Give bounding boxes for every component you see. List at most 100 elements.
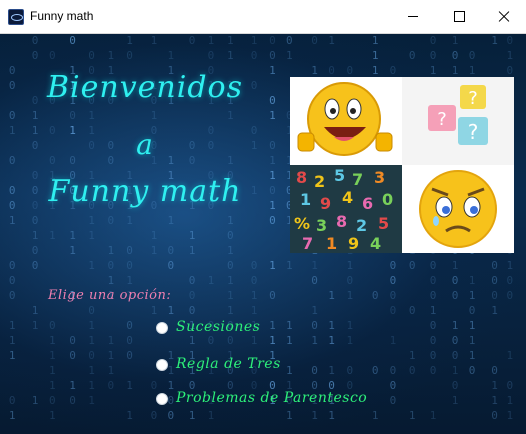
option-label[interactable]: Problemas de Parentesco xyxy=(176,390,367,406)
binary-digit: 0 xyxy=(126,49,133,62)
binary-digit: 1 xyxy=(452,319,459,332)
binary-digit: 1 xyxy=(347,334,354,347)
binary-digit: 1 xyxy=(409,409,416,422)
binary-digit: 0 xyxy=(32,49,39,62)
binary-digit: 0 xyxy=(452,289,459,302)
svg-text:3: 3 xyxy=(374,168,385,187)
binary-digit: 0 xyxy=(189,34,196,47)
svg-text:2: 2 xyxy=(356,216,367,235)
binary-digit: 0 xyxy=(9,394,16,407)
binary-digit: 0 xyxy=(9,259,16,272)
binary-digit: 1 xyxy=(189,409,196,422)
radio-button[interactable] xyxy=(156,393,168,405)
binary-digit: 1 xyxy=(49,349,56,362)
binary-digit: 0 xyxy=(286,34,293,47)
binary-digit: 0 xyxy=(311,319,318,332)
binary-digit: 1 xyxy=(469,319,476,332)
binary-digit: 1 xyxy=(328,334,335,347)
binary-digit: 0 xyxy=(507,34,514,47)
radio-button[interactable] xyxy=(156,322,168,334)
binary-digit: 1 xyxy=(189,229,196,242)
svg-text:4: 4 xyxy=(342,188,353,207)
binary-digit: 1 xyxy=(372,409,379,422)
numbers-pattern-image: 8 2 5 7 3 1 9 4 6 0 % 3 8 2 5 7 1 9 4 xyxy=(290,165,402,253)
binary-digit: 0 xyxy=(328,64,335,77)
binary-digit: 1 xyxy=(251,289,258,302)
binary-digit: 0 xyxy=(9,289,16,302)
binary-digit: 1 xyxy=(168,214,175,227)
svg-text:7: 7 xyxy=(352,170,363,189)
binary-digit: 0 xyxy=(469,364,476,377)
binary-digit: 1 xyxy=(372,64,379,77)
options-prompt: Elige una opción: xyxy=(48,288,172,303)
svg-text:?: ? xyxy=(468,120,479,144)
binary-digit: 1 xyxy=(69,244,76,257)
binary-digit: 1 xyxy=(108,334,115,347)
binary-digit: 0 xyxy=(251,274,258,287)
binary-digit: 1 xyxy=(328,409,335,422)
binary-digit: 0 xyxy=(168,259,175,272)
binary-digit: 0 xyxy=(108,379,115,392)
binary-digit: 1 xyxy=(168,49,175,62)
binary-digit: 1 xyxy=(311,64,318,77)
binary-digit: 1 xyxy=(286,319,293,332)
binary-digit: 1 xyxy=(88,379,95,392)
option-label[interactable]: Sucesiones xyxy=(176,319,260,335)
binary-digit: 1 xyxy=(126,379,133,392)
binary-digit: 0 xyxy=(49,319,56,332)
svg-text:8: 8 xyxy=(336,212,347,231)
svg-text:%: % xyxy=(294,214,310,233)
binary-digit: 0 xyxy=(390,364,397,377)
svg-text:8: 8 xyxy=(296,168,307,187)
binary-digit: 1 xyxy=(88,259,95,272)
binary-digit: 0 xyxy=(491,364,498,377)
binary-digit: 1 xyxy=(227,109,234,122)
binary-digit: 1 xyxy=(452,259,459,272)
binary-digit: 1 xyxy=(88,319,95,332)
close-button[interactable] xyxy=(482,0,526,33)
binary-digit: 1 xyxy=(491,304,498,317)
minimize-button[interactable] xyxy=(390,0,436,33)
binary-digit: 0 xyxy=(227,259,234,272)
binary-digit: 1 xyxy=(49,409,56,422)
binary-digit: 1 xyxy=(269,334,276,347)
binary-digit: 0 xyxy=(69,334,76,347)
binary-digit: 0 xyxy=(49,394,56,407)
binary-digit: 1 xyxy=(430,304,437,317)
binary-digit: 1 xyxy=(311,259,318,272)
binary-digit: 1 xyxy=(88,229,95,242)
binary-digit: 0 xyxy=(88,349,95,362)
binary-digit: 0 xyxy=(88,304,95,317)
svg-text:0: 0 xyxy=(382,190,393,209)
binary-digit: 1 xyxy=(151,109,158,122)
binary-digit: 1 xyxy=(49,229,56,242)
binary-digit: 1 xyxy=(469,334,476,347)
binary-digit: 1 xyxy=(168,379,175,392)
binary-digit: 0 xyxy=(227,229,234,242)
binary-digit: 0 xyxy=(390,259,397,272)
binary-digit: 1 xyxy=(151,244,158,257)
binary-digit: 0 xyxy=(430,319,437,332)
radio-button[interactable] xyxy=(156,359,168,371)
binary-digit: 0 xyxy=(269,34,276,47)
binary-digit: 0 xyxy=(9,274,16,287)
svg-text:?: ? xyxy=(437,109,447,130)
binary-digit: 1 xyxy=(347,289,354,302)
title-bar: Funny math xyxy=(0,0,526,34)
binary-digit: 0 xyxy=(108,259,115,272)
option-label[interactable]: Regla de Tres xyxy=(176,356,281,372)
binary-digit: 0 xyxy=(430,274,437,287)
binary-digit: 0 xyxy=(430,349,437,362)
binary-digit: 1 xyxy=(108,349,115,362)
binary-digit: 1 xyxy=(452,364,459,377)
binary-digit: 1 xyxy=(208,34,215,47)
binary-digit: 1 xyxy=(469,289,476,302)
binary-digit: 0 xyxy=(507,64,514,77)
binary-digit: 1 xyxy=(108,364,115,377)
binary-digit: 0 xyxy=(269,289,276,302)
svg-text:9: 9 xyxy=(320,194,331,213)
binary-digit: 1 xyxy=(32,394,39,407)
binary-digit: 1 xyxy=(151,229,158,242)
binary-digit: 1 xyxy=(9,349,16,362)
maximize-button[interactable] xyxy=(436,0,482,33)
